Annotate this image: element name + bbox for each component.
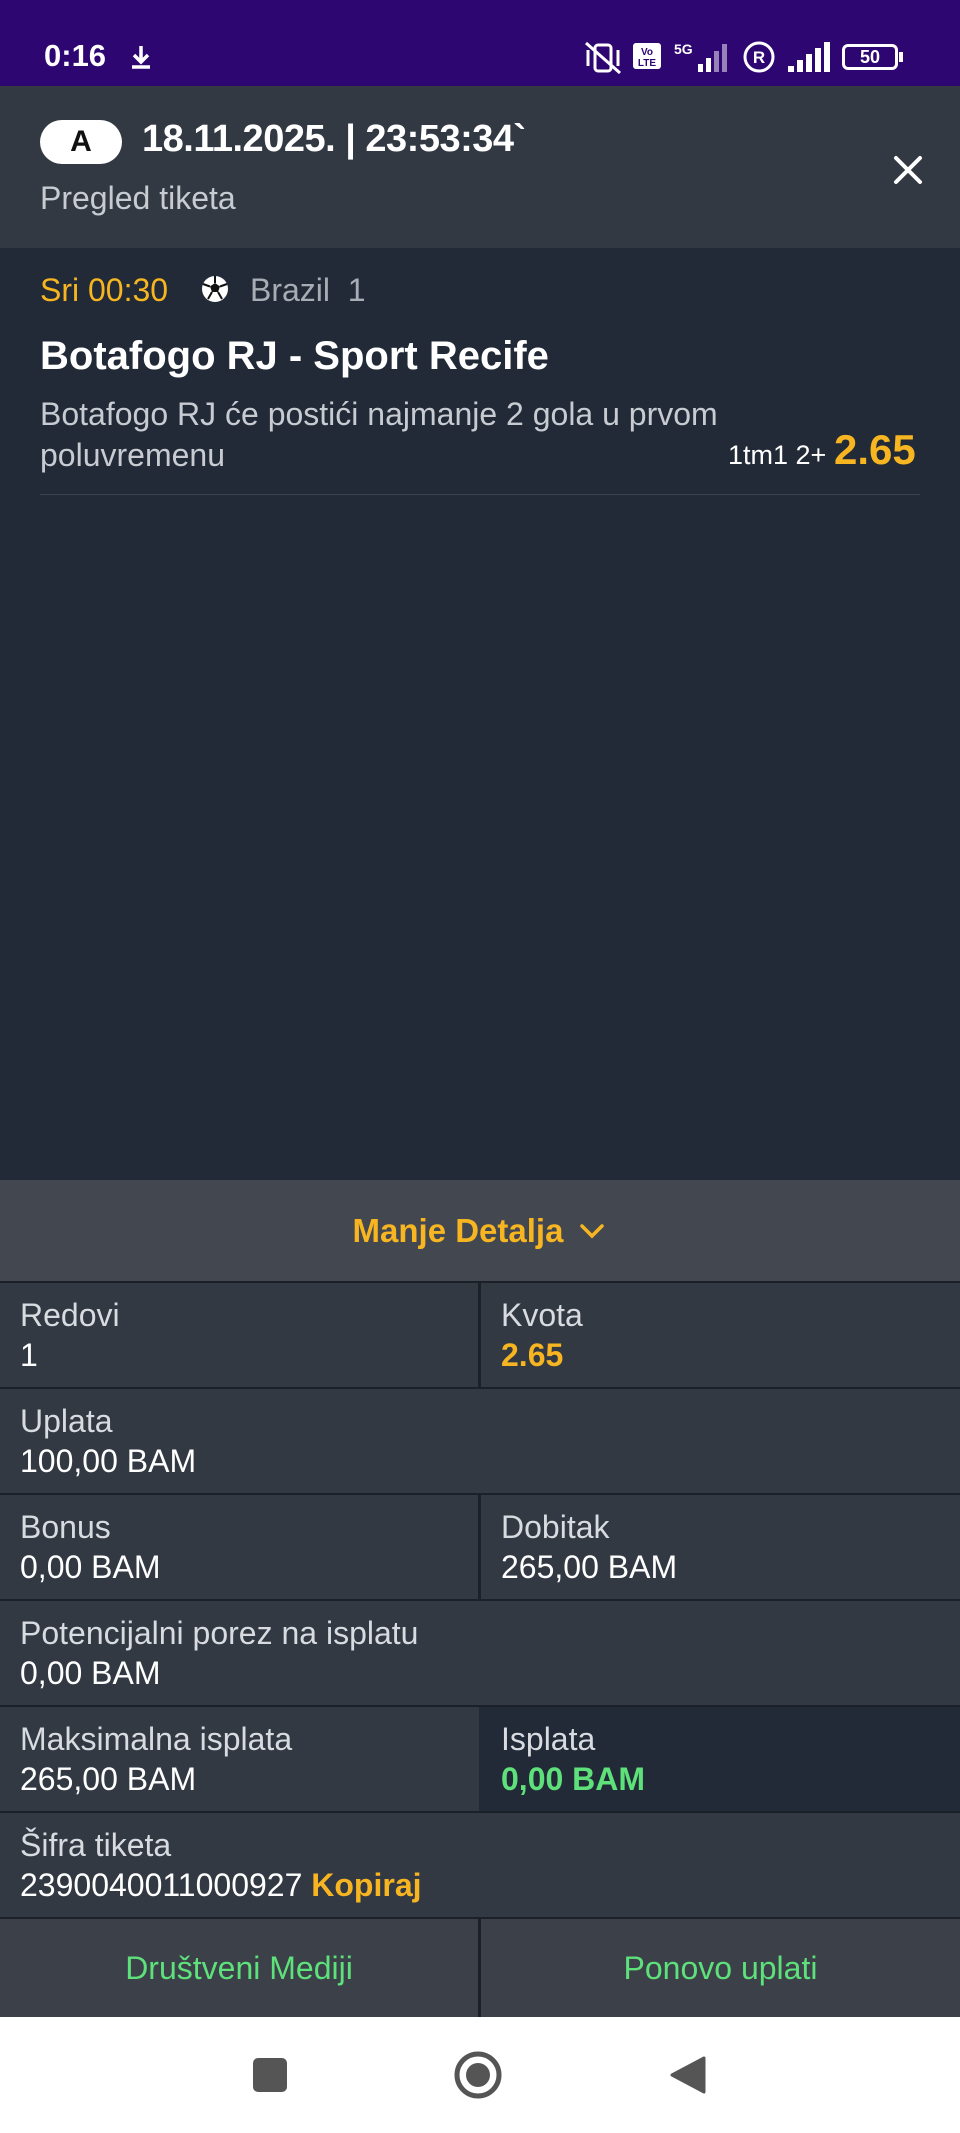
roaming-icon: R [743,41,775,73]
signal-5g-icon: 5G [674,41,727,72]
stake-value: 100,00 BAM [20,1443,197,1479]
page-title: Pregled tiketa [40,180,236,216]
battery-level: 50 [859,46,881,67]
odds-label: Kvota [501,1297,583,1333]
ticket-code-label: Šifra tiketa [20,1827,172,1863]
tax-value: 0,00 BAM [20,1655,161,1691]
chevron-down-icon [580,1223,605,1238]
payout-cell: Isplata 0,00 BAM [479,1707,960,1811]
match-title: Botafogo RJ - Sport Recife [40,334,549,378]
max-payout-label: Maksimalna isplata [20,1721,293,1757]
details-toggle-label: Manje Detalja [352,1211,564,1249]
win-value: 265,00 BAM [501,1549,678,1585]
bet-description: Botafogo RJ će postići najmanje 2 gola u… [40,396,718,473]
divider [40,494,920,495]
details-row-tax: Potencijalni porez na isplatu 0,00 BAM [0,1599,960,1705]
signal-icon [788,42,830,72]
column-divider [478,1495,481,1599]
stake-label: Uplata [20,1403,113,1439]
payout-value: 0,00 BAM [501,1761,646,1797]
match-league: Brazil 1 [250,272,366,308]
column-divider [478,1283,481,1387]
ticket-header [0,86,960,248]
bonus-label: Bonus [20,1509,111,1545]
volte-icon: Vo LTE [633,43,661,69]
account-badge: A [40,120,122,164]
bet-code: 1tm1 2+ [728,440,827,470]
rows-value: 1 [20,1337,38,1373]
details-row-stake: Uplata 100,00 BAM [0,1387,960,1493]
svg-text:LTE: LTE [638,58,656,69]
rows-label: Redovi [20,1297,120,1333]
mute-vibrate-icon [585,41,621,75]
details-row-ticket-code: Šifra tiketa 2390040011000927 Kopiraj [0,1811,960,1917]
download-icon [132,46,150,69]
bonus-value: 0,00 BAM [20,1549,161,1585]
status-time: 0:16 [44,38,107,73]
battery-icon: 50 [842,44,898,70]
tax-label: Potencijalni porez na isplatu [20,1615,419,1651]
max-payout-value: 265,00 BAM [20,1761,197,1797]
recents-icon[interactable] [250,2055,290,2095]
svg-text:R: R [753,48,765,67]
ticket-code: 2390040011000927 Kopiraj [20,1867,422,1904]
win-label: Dobitak [501,1509,610,1545]
payout-label: Isplata [501,1721,596,1757]
details-toggle-button[interactable]: Manje Detalja [0,1180,960,1281]
odds-value: 2.65 [501,1337,564,1373]
battery-tip [899,52,903,62]
soccer-ball-icon [202,276,228,302]
ticket-datetime: 18.11.2025. | 23:53:34` [142,118,526,160]
copy-button[interactable]: Kopiraj [311,1867,421,1903]
back-icon[interactable] [668,2054,708,2096]
svg-text:Vo: Vo [641,47,653,58]
match-time: Sri 00:30 [40,272,169,308]
replay-bet-button[interactable]: Ponovo uplati [481,1917,960,2017]
ticket-code-value: 2390040011000927 [20,1867,303,1903]
close-icon[interactable] [888,150,928,190]
network-type: 5G [674,41,693,57]
bet-odd: 2.65 [834,426,916,473]
home-icon[interactable] [453,2050,503,2100]
social-media-button[interactable]: Društveni Mediji [0,1917,478,2017]
